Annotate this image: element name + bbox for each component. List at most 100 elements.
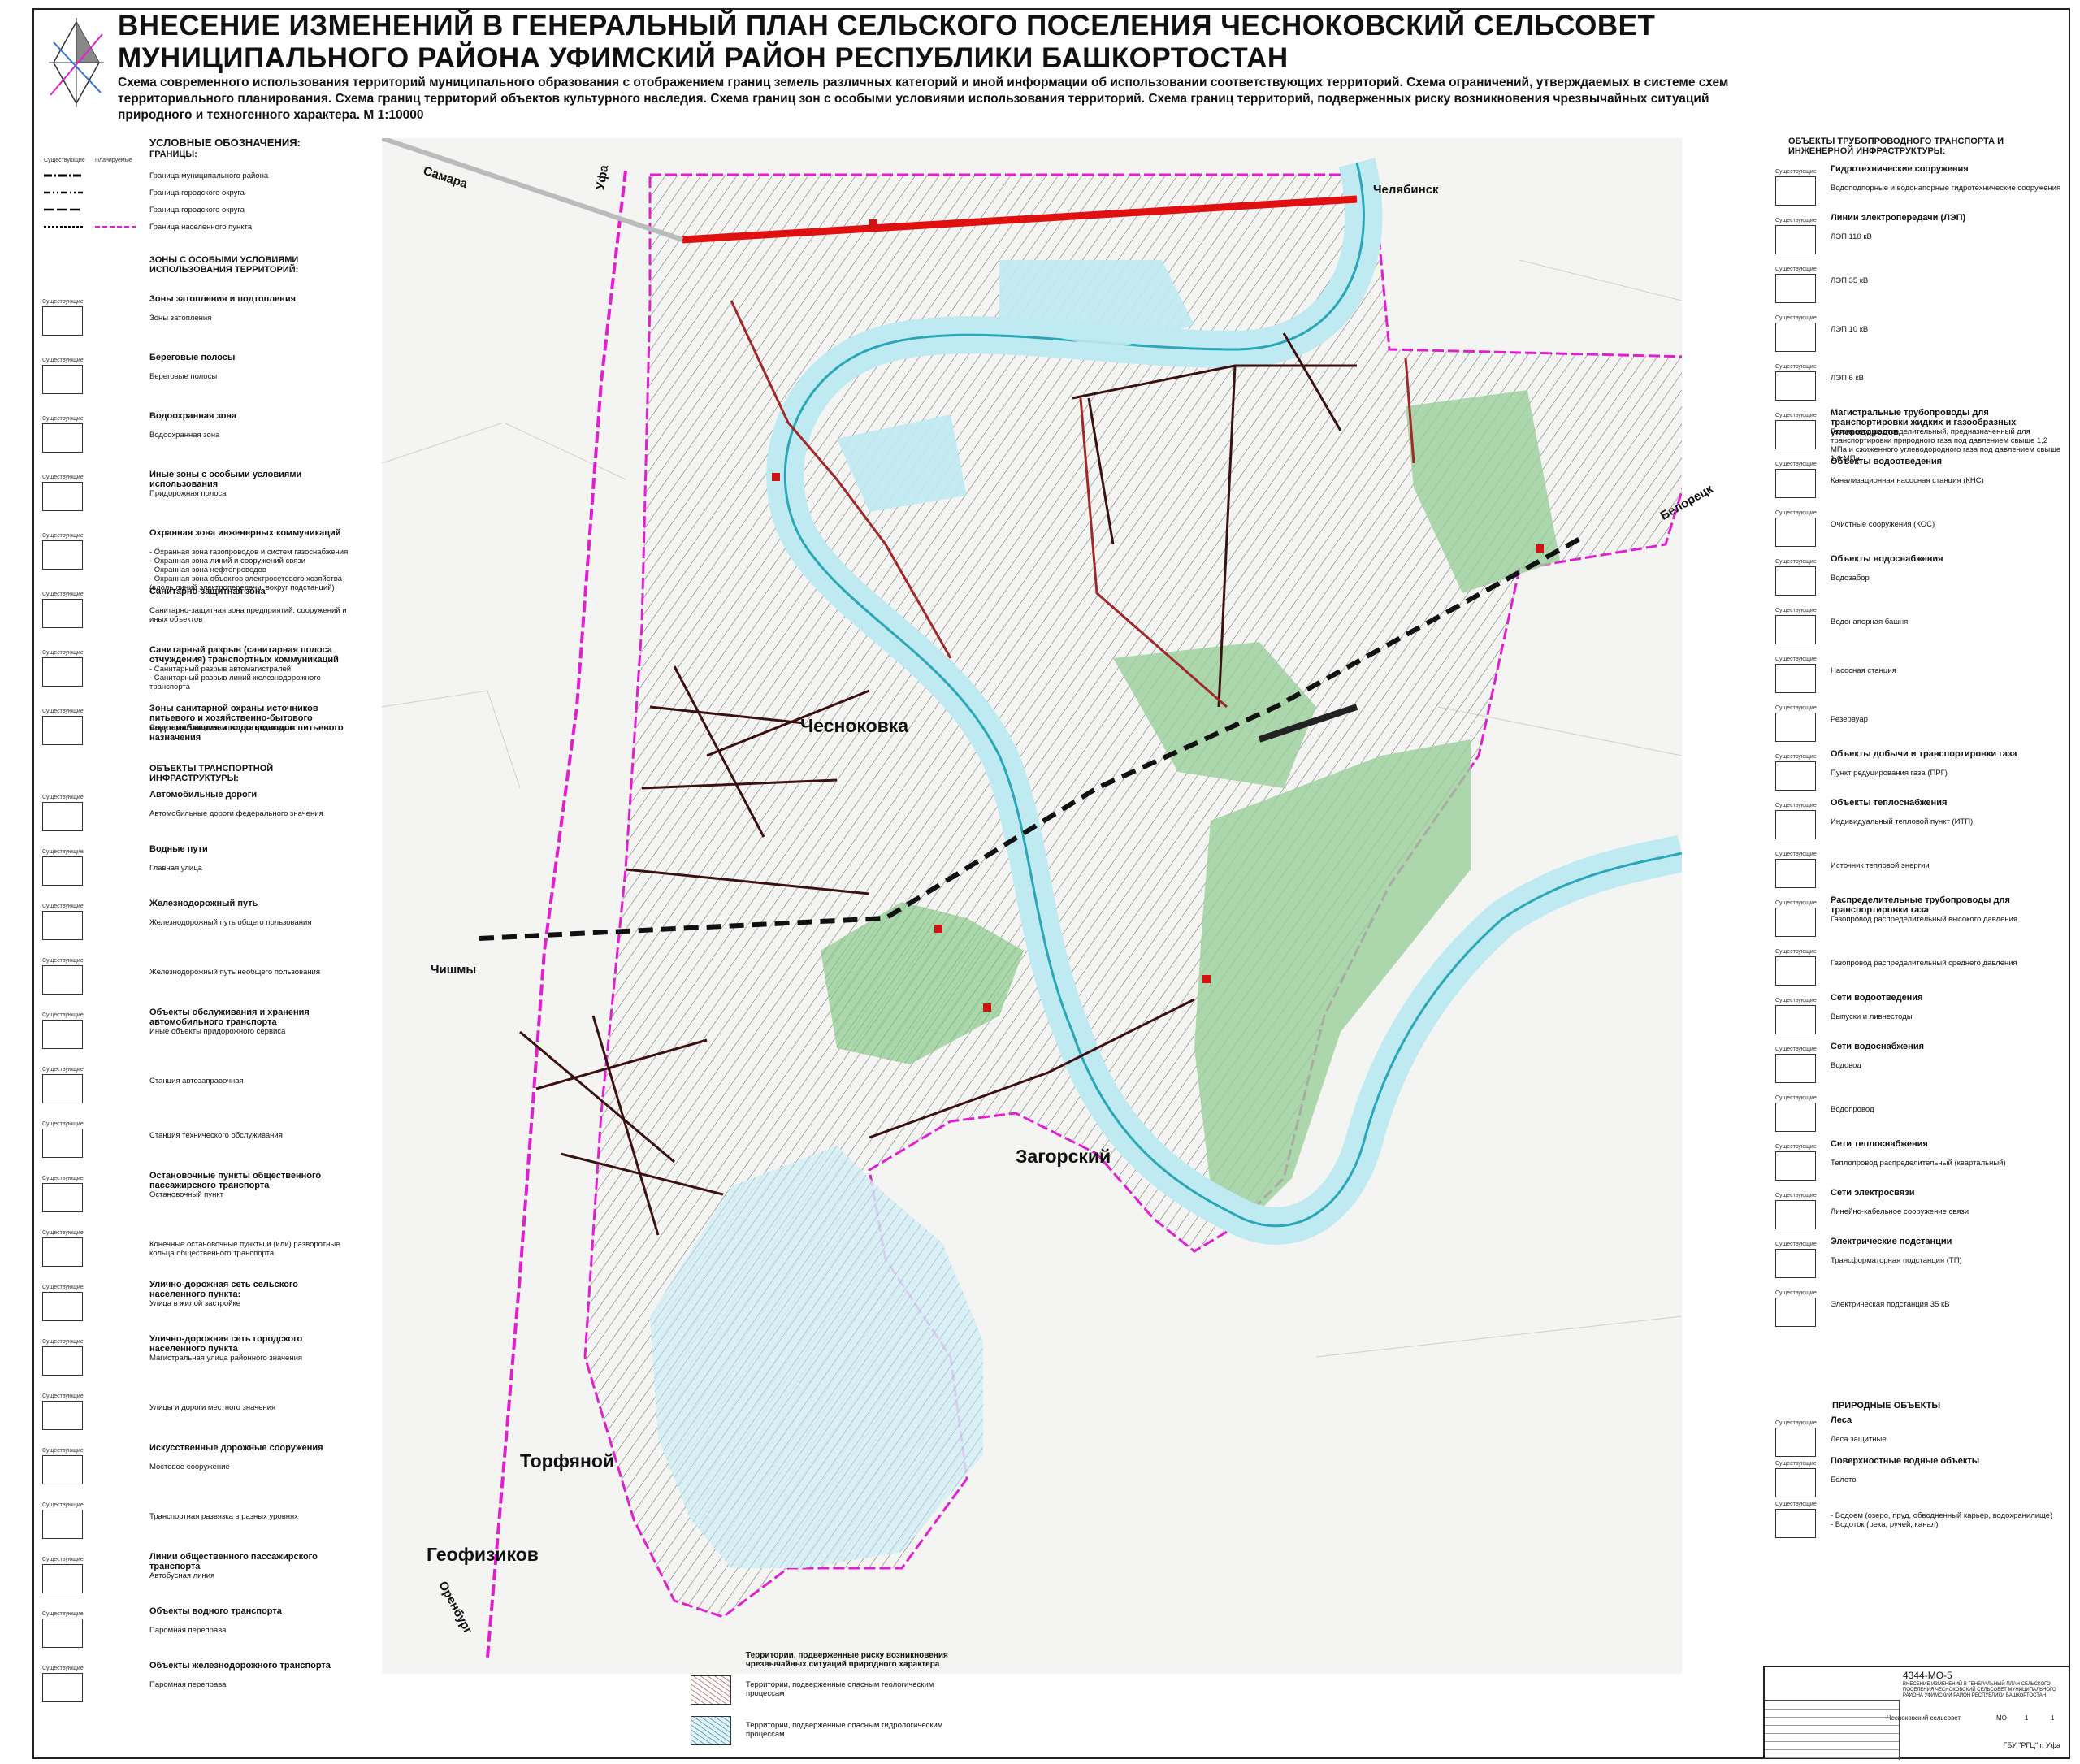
col-existing-label: Существующие xyxy=(1775,754,1817,760)
transport-symbol xyxy=(42,1237,83,1267)
legend-entry-title: Линии общественного пассажирского трансп… xyxy=(150,1552,318,1571)
legend-entry-label: Паромная переправа xyxy=(150,1680,227,1689)
legend-entry-label: Санитарно-защитная зона предприятий, соо… xyxy=(150,606,347,624)
transport-symbol xyxy=(42,965,83,995)
zone-symbol xyxy=(42,716,83,745)
legend-entry-title: Водоохранная зона xyxy=(150,411,237,421)
engineering-symbol xyxy=(1775,1054,1816,1083)
legend-entry-label: - Охранная зона газопроводов и систем га… xyxy=(150,548,349,592)
col-existing-label: Существующие xyxy=(42,650,84,656)
transport-symbol xyxy=(42,1401,83,1430)
col-existing-label: Существующие xyxy=(1775,510,1817,516)
legend-entry-label: Конечные остановочные пункты и (или) раз… xyxy=(150,1240,340,1258)
col-existing-label: Существующие xyxy=(42,416,84,422)
legend-entry-title: Объекты водоснабжения xyxy=(1831,554,1944,564)
legend-entry-label: Газопровод распределительный высокого да… xyxy=(1831,915,2018,924)
col-existing-label: Существующие xyxy=(42,1666,84,1671)
transport-symbol xyxy=(42,1129,83,1158)
legend-entry-label: Автобусная линия xyxy=(150,1571,215,1580)
legend-entry-label: Канализационная насосная станция (КНС) xyxy=(1831,476,1984,485)
legend-entry-label: Водопровод xyxy=(1831,1105,1874,1114)
col-existing-label: Существующие xyxy=(1775,1420,1817,1426)
zone-symbol xyxy=(42,482,83,511)
direction-chishmy: Чишмы xyxy=(431,963,477,977)
legend-entry-title: Сети электросвязи xyxy=(1831,1188,1915,1198)
legend-entry-label: Береговые полосы xyxy=(150,372,218,381)
col-existing-label: Существующие xyxy=(1775,657,1817,662)
zone-symbol xyxy=(42,657,83,687)
stamp-stage: МО xyxy=(1996,1714,2007,1722)
legend-entry-title: Улично-дорожная сеть городского населенн… xyxy=(150,1334,303,1354)
legend-right: ОБЪЕКТЫ ТРУБОПРОВОДНОГО ТРАНСПОРТА И ИНЖ… xyxy=(1775,137,2064,1664)
legend-entry-label: Водоохранная зона xyxy=(150,431,220,440)
legend-entry-label: Главная улица xyxy=(150,864,202,873)
legend-entry-label: Водонапорная башня xyxy=(1831,618,1909,626)
col-existing-label: Существующие xyxy=(1775,1242,1817,1247)
legend-entry-label: Придорожная полоса xyxy=(150,489,227,498)
col-existing-label: Существующие xyxy=(1775,413,1817,418)
engineering-symbol xyxy=(1775,908,1816,937)
nature-heading: ПРИРОДНЫЕ ОБЪЕКТЫ xyxy=(1832,1401,1941,1411)
risk-hydro-symbol xyxy=(691,1716,731,1745)
boundaries-heading: ГРАНИЦЫ: xyxy=(150,150,197,159)
col-existing-label: Существующие xyxy=(42,358,84,363)
engineering-symbol xyxy=(1775,859,1816,888)
legend-entry-title: Объекты железнодорожного транспорта xyxy=(150,1661,331,1671)
boundary-label-2: Граница городского округа xyxy=(150,189,245,197)
legend-heading: УСЛОВНЫЕ ОБОЗНАЧЕНИЯ: xyxy=(150,137,301,149)
north-arrow-icon xyxy=(49,18,104,107)
col-existing-label: Существующие xyxy=(42,1557,84,1562)
legend-entry-label: Железнодорожный путь необщего пользовани… xyxy=(150,968,321,977)
engineering-symbol xyxy=(1775,1249,1816,1278)
nature-symbol xyxy=(1775,1468,1816,1497)
engineering-symbol xyxy=(1775,469,1816,498)
legend-entry-title: Охранная зона инженерных коммуникаций xyxy=(150,528,341,538)
legend-entry-title: Электрические подстанции xyxy=(1831,1237,1952,1246)
transport-symbol xyxy=(42,1455,83,1484)
legend-entry-title: Объекты водного транспорта xyxy=(150,1606,282,1616)
col-existing-label: Существующие xyxy=(42,1121,84,1127)
col-existing-label: Существующие xyxy=(1775,364,1817,370)
engineering-symbol xyxy=(1775,664,1816,693)
col-existing-label: Существующие xyxy=(1775,803,1817,808)
legend-entry-label: Санитарно-защитная полоса водоводов xyxy=(150,723,294,732)
legend-entry-title: Санитарно-защитная зона xyxy=(150,587,266,596)
legend-entry-label: Улицы и дороги местного значения xyxy=(150,1403,276,1412)
col-existing-label: Существующие xyxy=(42,475,84,480)
engineering-symbol xyxy=(1775,323,1816,352)
legend-entry-title: Санитарный разрыв (санитарная полоса отч… xyxy=(150,645,339,665)
engineering-symbol xyxy=(1775,176,1816,206)
legend-entry-label: Выпуски и ливнестоды xyxy=(1831,1012,1913,1021)
legend-entry-title: Объекты теплоснабжения xyxy=(1831,798,1948,808)
risk-geo-label: Территории, подверженные опасным геологи… xyxy=(746,1680,934,1698)
legend-entry-label: Резервуар xyxy=(1831,715,1868,724)
legend-entry-title: Сети водоснабжения xyxy=(1831,1042,1924,1051)
engineering-symbol xyxy=(1775,615,1816,644)
engineering-symbol xyxy=(1775,1005,1816,1034)
col-existing-label: Существующие xyxy=(1775,1461,1817,1467)
legend-entry-title: Сети водоотведения xyxy=(1831,993,1923,1003)
nature-symbol xyxy=(1775,1428,1816,1457)
legend-entry-label: - Санитарный разрыв автомагистралей - Са… xyxy=(150,665,321,691)
legend-entry-label: Мостовое сооружение xyxy=(150,1463,230,1471)
stamp-grid xyxy=(1765,1700,1900,1760)
risk-geo-symbol xyxy=(691,1675,731,1705)
col-existing-label: Существующие xyxy=(42,1339,84,1345)
engineering-heading: ОБЪЕКТЫ ТРУБОПРОВОДНОГО ТРАНСПОРТА И ИНЖ… xyxy=(1788,137,2004,156)
legend-entry-title: Сети теплоснабжения xyxy=(1831,1139,1928,1149)
col-existing-label: Существующие xyxy=(42,1502,84,1508)
engineering-symbol xyxy=(1775,1103,1816,1132)
legend-entry-label: Очистные сооружения (КОС) xyxy=(1831,520,1935,529)
col-existing-label: Существующие xyxy=(42,904,84,909)
legend-entry-label: Улица в жилой застройке xyxy=(150,1299,241,1308)
page-subtitle: Схема современного использования террито… xyxy=(118,76,1729,122)
legend-entry-label: Автомобильные дороги федерального значен… xyxy=(150,809,323,818)
legend-entry-title: Поверхностные водные объекты xyxy=(1831,1456,1980,1466)
col-existing-label: Существующие xyxy=(1775,608,1817,613)
engineering-symbol xyxy=(1775,761,1816,791)
col-existing-label: Существующие xyxy=(1775,852,1817,857)
transport-symbol xyxy=(42,1673,83,1702)
transport-symbol xyxy=(42,1510,83,1539)
boundary-label-4: Граница населенного пункта xyxy=(150,223,253,232)
zone-symbol xyxy=(42,540,83,570)
